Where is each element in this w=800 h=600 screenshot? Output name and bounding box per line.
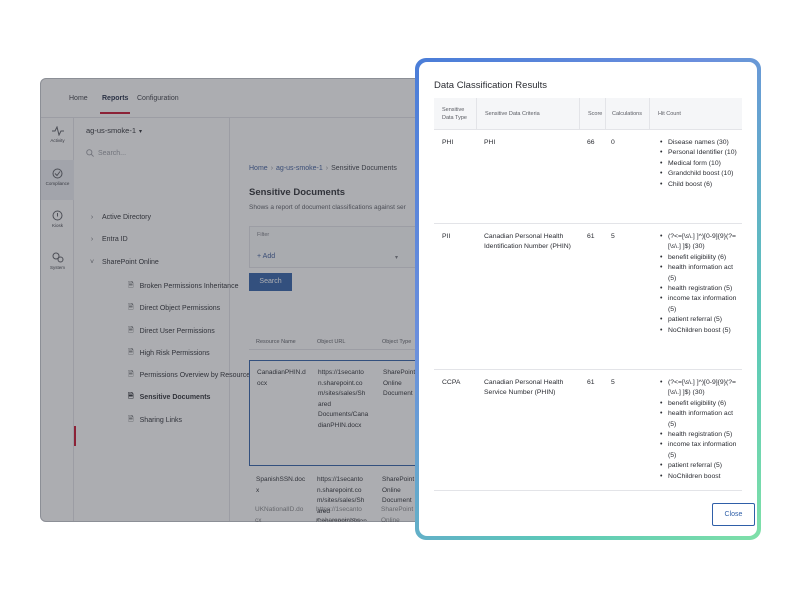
hit-item: health information act (5)	[660, 263, 738, 284]
cell-hit-count: (?<=[\s\.] ]^)[0-9]{9}(?=[\s\.] ]$) (30)…	[660, 378, 738, 482]
cell-calculations: 5	[611, 379, 615, 386]
close-button[interactable]: Close	[712, 503, 755, 526]
hit-item: benefit eligibility (6)	[660, 253, 738, 264]
table-row[interactable]: PII Canadian Personal Health Identificat…	[434, 224, 742, 370]
hit-item: health registration (5)	[660, 284, 738, 295]
cell-score: 61	[587, 379, 595, 386]
classification-table: Sensitive Data Type Sensitive Data Crite…	[434, 98, 742, 491]
cell-hit-count: (?<=[\s\.] ]^)[0-9]{9}(?=[\s\.] ]$) (30)…	[660, 232, 738, 336]
hit-item: Child boost (6)	[660, 180, 738, 191]
hit-item: benefit eligibility (6)	[660, 399, 738, 410]
cell-data-type: PII	[442, 233, 451, 240]
table-row[interactable]: PHI PHI 66 0 Disease names (30) Personal…	[434, 130, 742, 224]
hit-item: Personal Identifier (10)	[660, 148, 738, 159]
cell-criteria: Canadian Personal Health Service Number …	[484, 379, 564, 396]
cell-calculations: 0	[611, 139, 615, 146]
hit-item: patient referral (5)	[660, 461, 738, 472]
hit-item: patient referral (5)	[660, 315, 738, 326]
classification-dialog: Data Classification Results Sensitive Da…	[419, 62, 757, 536]
cell-score: 66	[587, 139, 595, 146]
hit-item: health registration (5)	[660, 430, 738, 441]
column-header-calculations[interactable]: Calculations	[605, 98, 649, 130]
hit-item: Grandchild boost (10)	[660, 169, 738, 180]
hit-item: income tax information (5)	[660, 294, 738, 315]
hit-item: income tax information (5)	[660, 440, 738, 461]
hit-item: (?<=[\s\.] ]^)[0-9]{9}(?=[\s\.] ]$) (30)	[660, 378, 738, 399]
cell-object-url: https://1secanto n.sharepoint.co	[316, 506, 362, 522]
hit-item: NoChildren boost (5)	[660, 326, 738, 337]
cell-data-type: PHI	[442, 139, 454, 146]
cell-criteria: Canadian Personal Health Identification …	[484, 233, 571, 250]
hit-item: (?<=[\s\.] ]^)[0-9]{9}(?=[\s\.] ]$) (30)	[660, 232, 738, 253]
modal-backdrop[interactable]	[40, 78, 480, 522]
cell-calculations: 5	[611, 233, 615, 240]
column-header-hit-count[interactable]: Hit Count	[649, 98, 742, 130]
dialog-title: Data Classification Results	[434, 80, 547, 91]
cell-score: 61	[587, 233, 595, 240]
hit-item: Medical form (10)	[660, 159, 738, 170]
hit-item: NoChildren boost	[660, 472, 738, 483]
cell-hit-count: Disease names (30) Personal Identifier (…	[660, 138, 738, 190]
hit-item: Disease names (30)	[660, 138, 738, 149]
cell-resource-name: UKNationalID.do cx	[255, 506, 304, 522]
column-header-data-type[interactable]: Sensitive Data Type	[434, 98, 476, 130]
cell-data-type: CCPA	[442, 379, 461, 386]
hit-item: health information act (5)	[660, 409, 738, 430]
table-row[interactable]: CCPA Canadian Personal Health Service Nu…	[434, 370, 742, 490]
cell-object-type: SharePoint Online	[381, 506, 414, 522]
classification-table-header: Sensitive Data Type Sensitive Data Crite…	[434, 98, 742, 130]
column-header-criteria[interactable]: Sensitive Data Criteria	[476, 98, 579, 130]
cell-criteria: PHI	[484, 139, 496, 146]
column-header-score[interactable]: Score	[579, 98, 605, 130]
